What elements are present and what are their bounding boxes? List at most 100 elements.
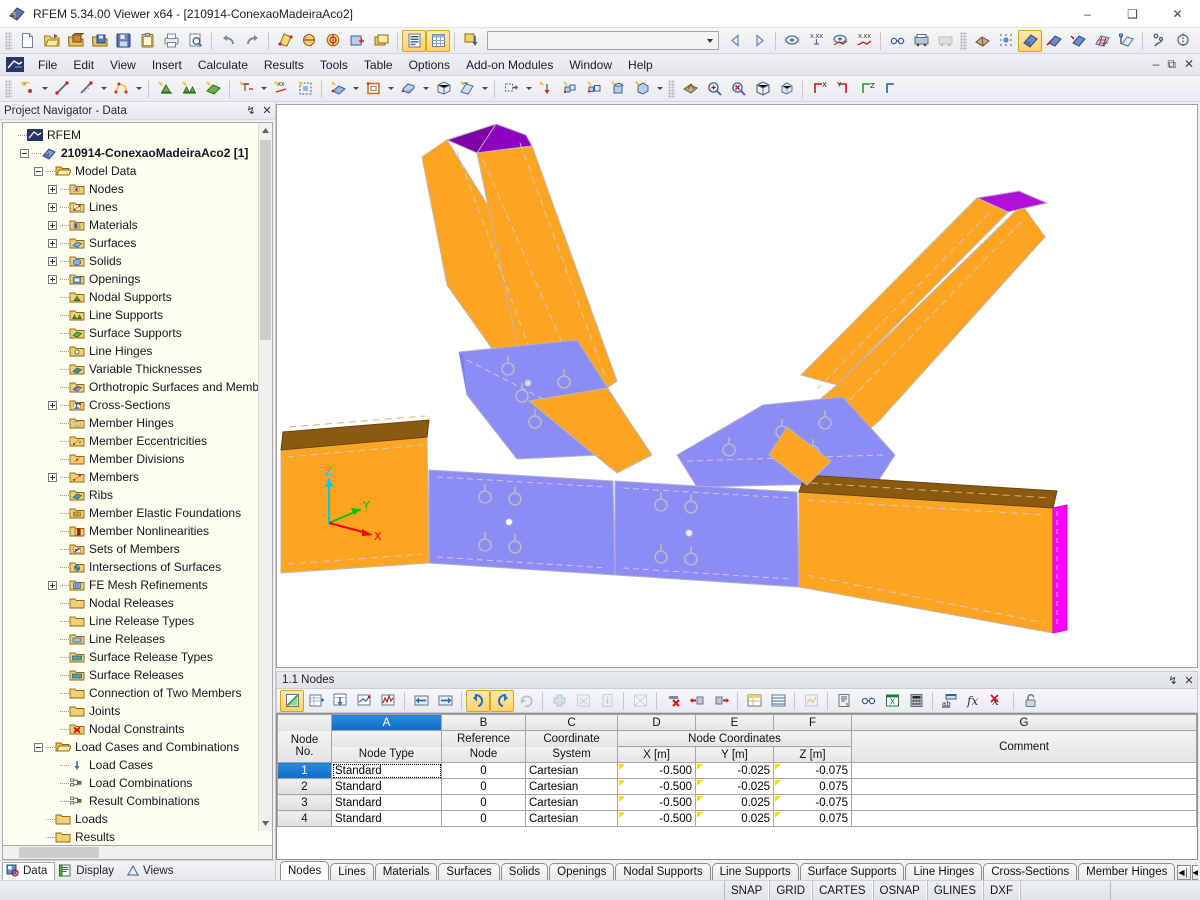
- column-letter-c[interactable]: C: [525, 714, 618, 731]
- new-polyline-dropdown[interactable]: [133, 78, 144, 100]
- navigator-tab-display[interactable]: Display: [55, 862, 122, 880]
- printout-nav-button[interactable]: [909, 30, 933, 52]
- column-letter-e[interactable]: E: [695, 714, 774, 731]
- results-button[interactable]: [321, 30, 345, 52]
- menu-tools[interactable]: Tools: [312, 56, 356, 74]
- select-objects-button[interactable]: [678, 78, 702, 100]
- table-tab-member-hinges[interactable]: Member Hinges: [1078, 863, 1176, 880]
- status-glines[interactable]: GLINES: [926, 881, 983, 900]
- new-surface-button[interactable]: [326, 78, 350, 100]
- new-nodal-load-button[interactable]: [234, 78, 258, 100]
- mdi-restore-button[interactable]: ⧉: [1163, 56, 1180, 74]
- print-report-button[interactable]: [832, 690, 856, 712]
- tree-item-load-combinations[interactable]: Load Combinations: [6, 774, 272, 792]
- expand-icon[interactable]: [48, 202, 57, 212]
- x-coordinate-cell[interactable]: -0.500: [617, 762, 696, 779]
- menu-edit[interactable]: Edit: [65, 56, 102, 74]
- column-letter-a[interactable]: A: [331, 714, 442, 731]
- perspective-button[interactable]: [774, 78, 798, 100]
- toolbar-grip[interactable]: [5, 31, 12, 50]
- table-format-button[interactable]: [742, 690, 766, 712]
- tree-item-connection-of-two-members[interactable]: Connection of Two Members: [6, 684, 272, 702]
- tree-item-solids[interactable]: Solids: [6, 252, 272, 270]
- reference-node-cell[interactable]: 0: [441, 794, 526, 811]
- scale-button[interactable]: [582, 78, 606, 100]
- zoom-out-button[interactable]: [726, 78, 750, 100]
- chart-button[interactable]: [376, 690, 400, 712]
- print-button[interactable]: [159, 30, 183, 52]
- save-model-as-button[interactable]: [87, 30, 111, 52]
- undo-button[interactable]: [216, 30, 240, 52]
- expand-icon[interactable]: [48, 400, 57, 410]
- scrollbar-thumb[interactable]: [260, 140, 271, 340]
- menu-add-on-modules[interactable]: Add-on Modules: [458, 56, 561, 74]
- work-plane-button[interactable]: [1114, 30, 1138, 52]
- printout-report-button[interactable]: [402, 29, 426, 52]
- menu-table[interactable]: Table: [356, 56, 401, 74]
- comment-cell[interactable]: [851, 762, 1197, 779]
- move-object-button[interactable]: [534, 78, 558, 100]
- tree-item-loads[interactable]: Loads: [6, 810, 272, 828]
- menu-options[interactable]: Options: [401, 56, 458, 74]
- row-number-cell[interactable]: 4: [277, 810, 332, 827]
- min-value-button[interactable]: X.XX: [804, 30, 828, 52]
- toolbar-grip[interactable]: [668, 79, 675, 98]
- lock-button[interactable]: [1018, 690, 1042, 712]
- table-undo-button[interactable]: [466, 689, 490, 712]
- tree-item-ribs[interactable]: Ribs: [6, 486, 272, 504]
- navigator-horizontal-scrollbar[interactable]: [2, 846, 273, 860]
- view-in-x-button[interactable]: X: [807, 78, 831, 100]
- new-member-load-button[interactable]: XX: [269, 78, 293, 100]
- expand-icon[interactable]: [48, 238, 57, 248]
- tables-button[interactable]: [426, 29, 450, 52]
- table-tab-solids[interactable]: Solids: [500, 863, 549, 880]
- comment-cell[interactable]: [851, 794, 1197, 811]
- delete-right-button[interactable]: [709, 690, 733, 712]
- new-solid-button[interactable]: [396, 78, 420, 100]
- tree-item-210914-conexaomadeiraaco2-1[interactable]: 210914-ConexaoMadeiraAco2 [1]: [6, 144, 272, 162]
- tree-item-member-eccentricities[interactable]: Member Eccentricities: [6, 432, 272, 450]
- fx-clear-button[interactable]: x: [985, 690, 1009, 712]
- tree-item-nodal-supports[interactable]: Nodal Supports: [6, 288, 272, 306]
- toolbar-grip[interactable]: [5, 79, 12, 98]
- edit-model-button[interactable]: [273, 30, 297, 52]
- table-redo-button[interactable]: [490, 689, 514, 712]
- menu-results[interactable]: Results: [256, 56, 312, 74]
- y-coordinate-cell[interactable]: -0.025: [695, 762, 774, 779]
- model-xy-view-button[interactable]: [1042, 30, 1066, 52]
- new-solid-dropdown[interactable]: [420, 78, 431, 100]
- fe-mesh-button[interactable]: [970, 30, 994, 52]
- new-file-button[interactable]: [15, 30, 39, 52]
- node-type-cell[interactable]: Standard: [331, 794, 442, 811]
- tree-item-line-release-types[interactable]: Line Release Types: [6, 612, 272, 630]
- z-coordinate-cell[interactable]: -0.075: [773, 794, 852, 811]
- max-value-button[interactable]: X.XX: [852, 30, 876, 52]
- tree-item-member-nonlinearities[interactable]: Member Nonlinearities: [6, 522, 272, 540]
- tree-item-surfaces[interactable]: Surfaces: [6, 234, 272, 252]
- graph-button[interactable]: [799, 690, 823, 712]
- table-row[interactable]: 1 Standard 0 Cartesian -0.500 -0.025 -0.075: [277, 762, 1197, 779]
- y-coordinate-cell[interactable]: 0.025: [695, 794, 774, 811]
- tree-item-load-cases[interactable]: Load Cases: [6, 756, 272, 774]
- tree-item-fe-mesh-refinements[interactable]: FE Mesh Refinements: [6, 576, 272, 594]
- tree-item-nodal-releases[interactable]: Nodal Releases: [6, 594, 272, 612]
- generate-button[interactable]: [630, 78, 654, 100]
- menu-help[interactable]: Help: [620, 56, 661, 74]
- column-letter-d[interactable]: D: [617, 714, 696, 731]
- status-cartes[interactable]: CARTES: [812, 881, 873, 900]
- tree-item-member-elastic-foundations[interactable]: Member Elastic Foundations: [6, 504, 272, 522]
- node-type-cell[interactable]: Standard: [331, 778, 442, 795]
- reference-node-cell[interactable]: 0: [441, 810, 526, 827]
- render-button[interactable]: [297, 30, 321, 52]
- coordinate-system-cell[interactable]: Cartesian: [525, 810, 618, 827]
- pin-icon[interactable]: ↯: [1165, 674, 1181, 687]
- expand-icon[interactable]: [48, 256, 57, 266]
- table-empty-area[interactable]: [277, 827, 1197, 859]
- new-nodal-support-button[interactable]: [153, 78, 177, 100]
- close-icon[interactable]: ✕: [259, 104, 275, 117]
- column-letter-f[interactable]: F: [773, 714, 852, 731]
- scroll-down-arrow[interactable]: [259, 816, 272, 831]
- model-xz-view-button[interactable]: [1066, 30, 1090, 52]
- open-file-button[interactable]: [39, 30, 63, 52]
- expand-icon[interactable]: [48, 274, 57, 284]
